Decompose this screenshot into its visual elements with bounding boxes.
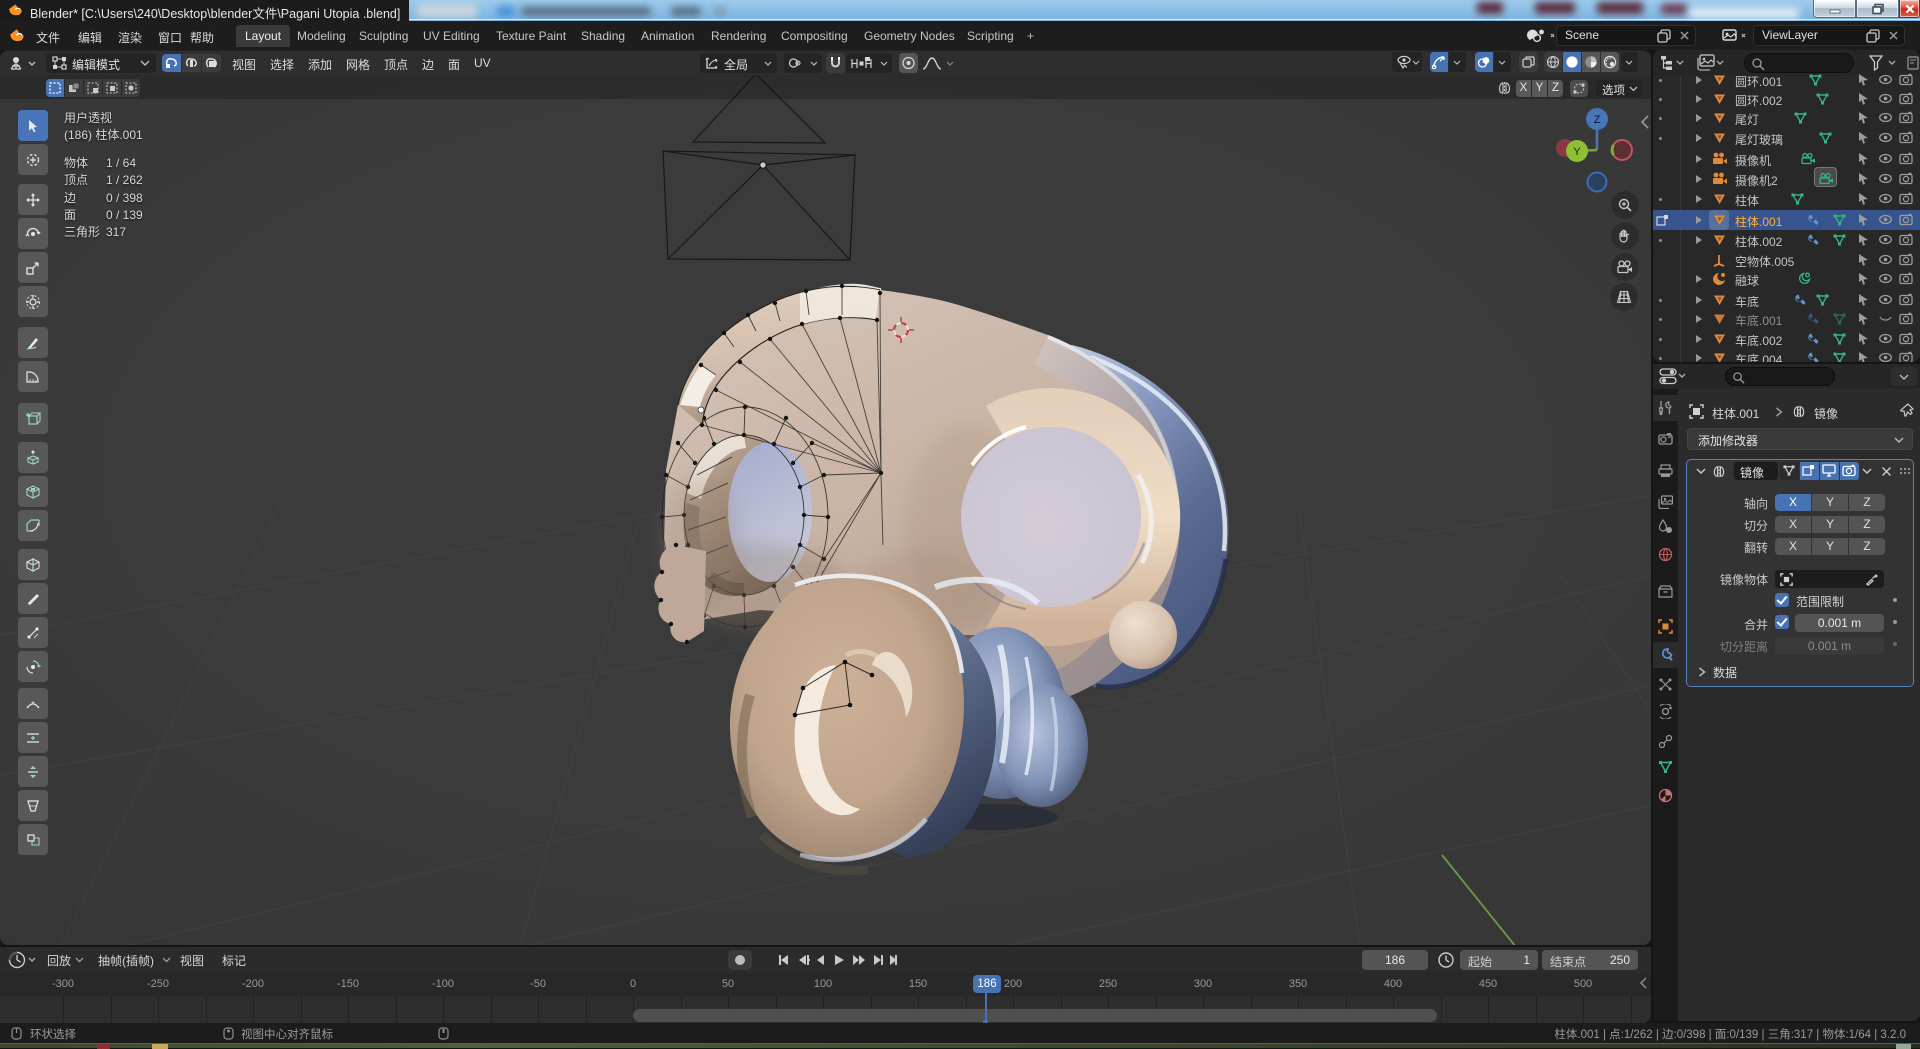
svg-text:Z: Z [1594,114,1601,126]
svg-text:Y: Y [1573,146,1581,158]
